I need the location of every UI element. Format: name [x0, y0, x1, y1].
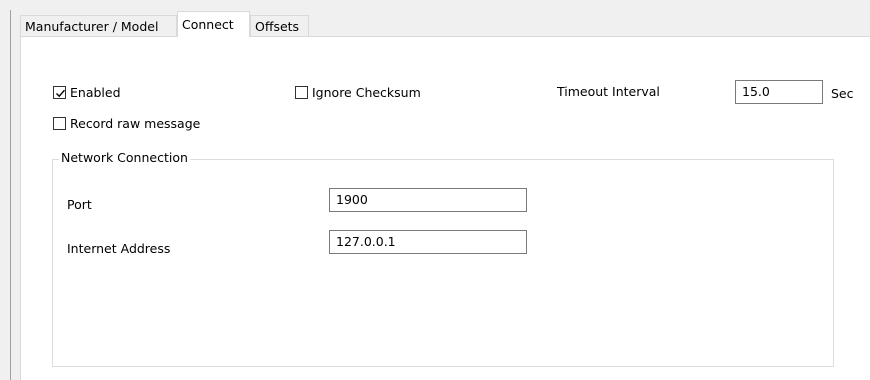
enabled-checkbox-box[interactable]: [53, 86, 66, 99]
tab-connect[interactable]: Connect: [177, 11, 250, 37]
checkmark-icon: [56, 89, 66, 98]
timeout-unit-label: Sec: [831, 86, 854, 101]
record-raw-message-checkbox-box[interactable]: [53, 117, 66, 130]
enabled-label: Enabled: [70, 85, 121, 100]
internet-address-label: Internet Address: [67, 241, 171, 256]
ignore-checksum-checkbox[interactable]: Ignore Checksum: [295, 85, 421, 100]
timeout-interval-input[interactable]: 15.0: [735, 80, 823, 104]
record-raw-message-checkbox[interactable]: Record raw message: [53, 116, 200, 131]
tab-manufacturer-model[interactable]: Manufacturer / Model: [20, 15, 177, 37]
port-label: Port: [67, 197, 92, 212]
ignore-checksum-label: Ignore Checksum: [312, 85, 421, 100]
connection-settings-window: Manufacturer / Model Connect Offsets Ena…: [0, 0, 870, 380]
internet-address-input[interactable]: 127.0.0.1: [329, 230, 527, 254]
ignore-checksum-checkbox-box[interactable]: [295, 86, 308, 99]
record-raw-message-label: Record raw message: [70, 116, 201, 131]
tab-offsets[interactable]: Offsets: [250, 15, 309, 37]
network-connection-title: Network Connection: [59, 150, 190, 165]
enabled-checkbox[interactable]: Enabled: [53, 85, 121, 100]
port-input[interactable]: 1900: [329, 188, 527, 212]
window-edge: [10, 10, 11, 380]
timeout-interval-label: Timeout Interval: [557, 84, 660, 99]
